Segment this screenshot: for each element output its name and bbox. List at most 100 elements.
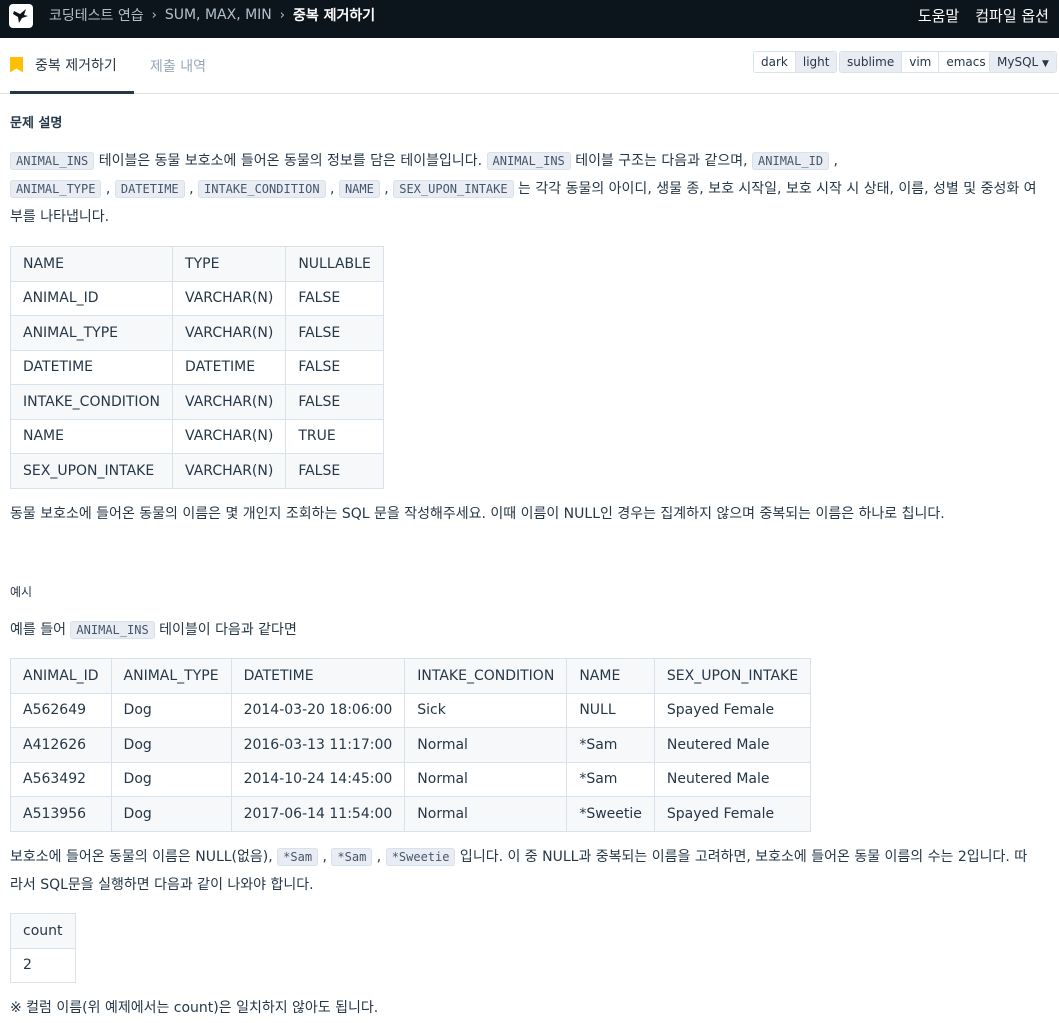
text: 보호소에 들어온 동물의 이름은 NULL(없음), — [10, 849, 278, 865]
tab-problem[interactable]: 중복 제거하기 — [10, 38, 134, 94]
language-select[interactable]: MySQL ▼ — [989, 51, 1057, 73]
table-cell: TRUE — [285, 418, 384, 454]
tab-bar: 중복 제거하기 제출 내역 dark light sublime vim ema… — [0, 38, 1059, 94]
intro-paragraph: ANIMAL_INS 테이블은 동물 보호소에 들어온 동물의 정보를 담은 테… — [10, 147, 1040, 231]
table-row: INTAKE_CONDITION VARCHAR(N) FALSE — [9, 384, 384, 420]
code-token: ANIMAL_TYPE — [10, 180, 102, 198]
table-cell: 2014-10-24 14:45:00 — [230, 761, 406, 797]
breadcrumb: 코딩테스트 연습 › SUM, MAX, MIN › 중복 제거하기 — [49, 0, 375, 30]
table-cell: *Sam — [566, 727, 655, 763]
table-cell: ANIMAL_TYPE — [9, 315, 174, 351]
code-token: ANIMAL_ID — [752, 152, 830, 170]
section-heading: 문제 설명 — [10, 116, 63, 131]
table-header-cell: TYPE — [172, 246, 287, 282]
table-cell: A563492 — [10, 761, 112, 797]
table-header-cell: INTAKE_CONDITION — [404, 658, 568, 694]
text: , — [372, 849, 386, 865]
table-cell: ANIMAL_ID — [9, 280, 174, 316]
table-cell: 2017-06-14 11:54:00 — [230, 796, 406, 832]
keymap-vim-button[interactable]: vim — [901, 52, 939, 72]
explanation-paragraph: 보호소에 들어온 동물의 이름은 NULL(없음), *Sam , *Sam ,… — [10, 843, 1040, 899]
table-cell: A562649 — [10, 692, 112, 728]
tab-problem-label: 중복 제거하기 — [35, 57, 117, 74]
table-cell: NAME — [9, 418, 174, 454]
table-row: 2 — [10, 947, 76, 983]
caret-down-icon: ▼ — [1042, 59, 1049, 69]
table-header-row: NAME TYPE NULLABLE — [9, 246, 384, 282]
table-header-cell: count — [10, 913, 76, 949]
code-token: SEX_UPON_INTAKE — [393, 180, 514, 198]
table-header-row: count — [10, 913, 76, 949]
table-header-cell: NAME — [9, 246, 174, 282]
table-row: SEX_UPON_INTAKE VARCHAR(N) FALSE — [9, 453, 384, 489]
example-heading: 예시 — [10, 585, 33, 599]
table-cell: VARCHAR(N) — [172, 315, 287, 351]
text: 예를 들어 — [10, 622, 71, 638]
breadcrumb-current: 중복 제거하기 — [292, 8, 376, 24]
theme-light-button[interactable]: light — [794, 52, 837, 72]
language-select-label: MySQL — [997, 55, 1039, 69]
text: , — [101, 181, 115, 197]
table-cell: Spayed Female — [653, 796, 812, 832]
bookmark-icon — [10, 56, 23, 73]
language-select-value: MySQL ▼ — [990, 52, 1056, 72]
table-header-row: ANIMAL_ID ANIMAL_TYPE DATETIME INTAKE_CONDI… — [10, 658, 812, 694]
table-cell: INTAKE_CONDITION — [9, 384, 174, 420]
text: 테이블이 다음과 같다면 — [154, 622, 297, 638]
code-token: NAME — [338, 180, 380, 198]
code-token: *Sam — [331, 848, 373, 866]
help-button[interactable]: 도움말 — [918, 5, 959, 26]
table-cell: FALSE — [285, 280, 384, 316]
compile-options-button[interactable]: 컴파일 옵션 — [975, 5, 1049, 26]
table-row: A412626 Dog 2016-03-13 11:17:00 Normal *Sam N… — [10, 727, 812, 763]
table-cell: Dog — [110, 761, 232, 797]
table-header-cell: DATETIME — [230, 658, 406, 694]
keymap-emacs-button[interactable]: emacs — [938, 52, 993, 72]
keymap-sublime-button[interactable]: sublime — [840, 52, 902, 72]
table-cell: Normal — [404, 796, 568, 832]
breadcrumb-coding-test[interactable]: 코딩테스트 연습 — [49, 5, 144, 25]
schema-table: NAME TYPE NULLABLE ANIMAL_ID VARCHAR(N) FALSE… — [9, 246, 384, 489]
table-cell: Spayed Female — [653, 692, 812, 728]
table-header-cell: SEX_UPON_INTAKE — [653, 658, 812, 694]
code-token: ANIMAL_INS — [10, 152, 95, 170]
table-header-cell: ANIMAL_ID — [10, 658, 112, 694]
theme-toggle: dark light — [753, 51, 838, 73]
table-row: ANIMAL_TYPE VARCHAR(N) FALSE — [9, 315, 384, 351]
table-cell: DATETIME — [9, 349, 174, 385]
table-cell: Neutered Male — [653, 761, 812, 797]
table-header-cell: NAME — [566, 658, 655, 694]
table-row: DATETIME DATETIME FALSE — [9, 349, 384, 385]
tab-submissions[interactable]: 제출 내역 — [150, 38, 206, 94]
table-header-cell: ANIMAL_TYPE — [110, 658, 232, 694]
code-token: ANIMAL_INS — [70, 621, 155, 639]
breadcrumb-category[interactable]: SUM, MAX, MIN — [165, 7, 272, 23]
table-cell: NULL — [566, 692, 655, 728]
code-token: *Sweetie — [385, 848, 456, 866]
theme-dark-button[interactable]: dark — [754, 52, 795, 72]
table-cell: 2 — [10, 947, 76, 983]
table-cell: SEX_UPON_INTAKE — [9, 453, 174, 489]
table-cell: Normal — [404, 727, 568, 763]
table-cell: *Sam — [566, 761, 655, 797]
example-table: ANIMAL_ID ANIMAL_TYPE DATETIME INTAKE_CONDI… — [10, 658, 812, 832]
table-cell: FALSE — [285, 349, 384, 385]
table-cell: VARCHAR(N) — [172, 418, 287, 454]
code-token: DATETIME — [114, 180, 185, 198]
example-intro: 예를 들어 ANIMAL_INS 테이블이 다음과 같다면 — [10, 616, 297, 644]
logo-icon[interactable] — [9, 4, 33, 28]
table-cell: VARCHAR(N) — [172, 453, 287, 489]
editor-keymap-toggle: sublime vim emacs — [839, 51, 994, 73]
text: , — [379, 181, 394, 197]
question-paragraph: 동물 보호소에 들어온 동물의 이름은 몇 개인지 조회하는 SQL 문을 작성… — [10, 506, 945, 522]
text: , — [829, 153, 838, 169]
text: 테이블 구조는 다음과 같으며, — [570, 153, 753, 169]
table-cell: FALSE — [285, 384, 384, 420]
table-cell: VARCHAR(N) — [172, 280, 287, 316]
text: , — [325, 181, 339, 197]
table-row: A563492 Dog 2014-10-24 14:45:00 Normal *Sam N… — [10, 761, 812, 797]
table-cell: VARCHAR(N) — [172, 384, 287, 420]
table-cell: *Sweetie — [566, 796, 655, 832]
code-token: *Sam — [277, 848, 319, 866]
code-token: INTAKE_CONDITION — [198, 180, 326, 198]
